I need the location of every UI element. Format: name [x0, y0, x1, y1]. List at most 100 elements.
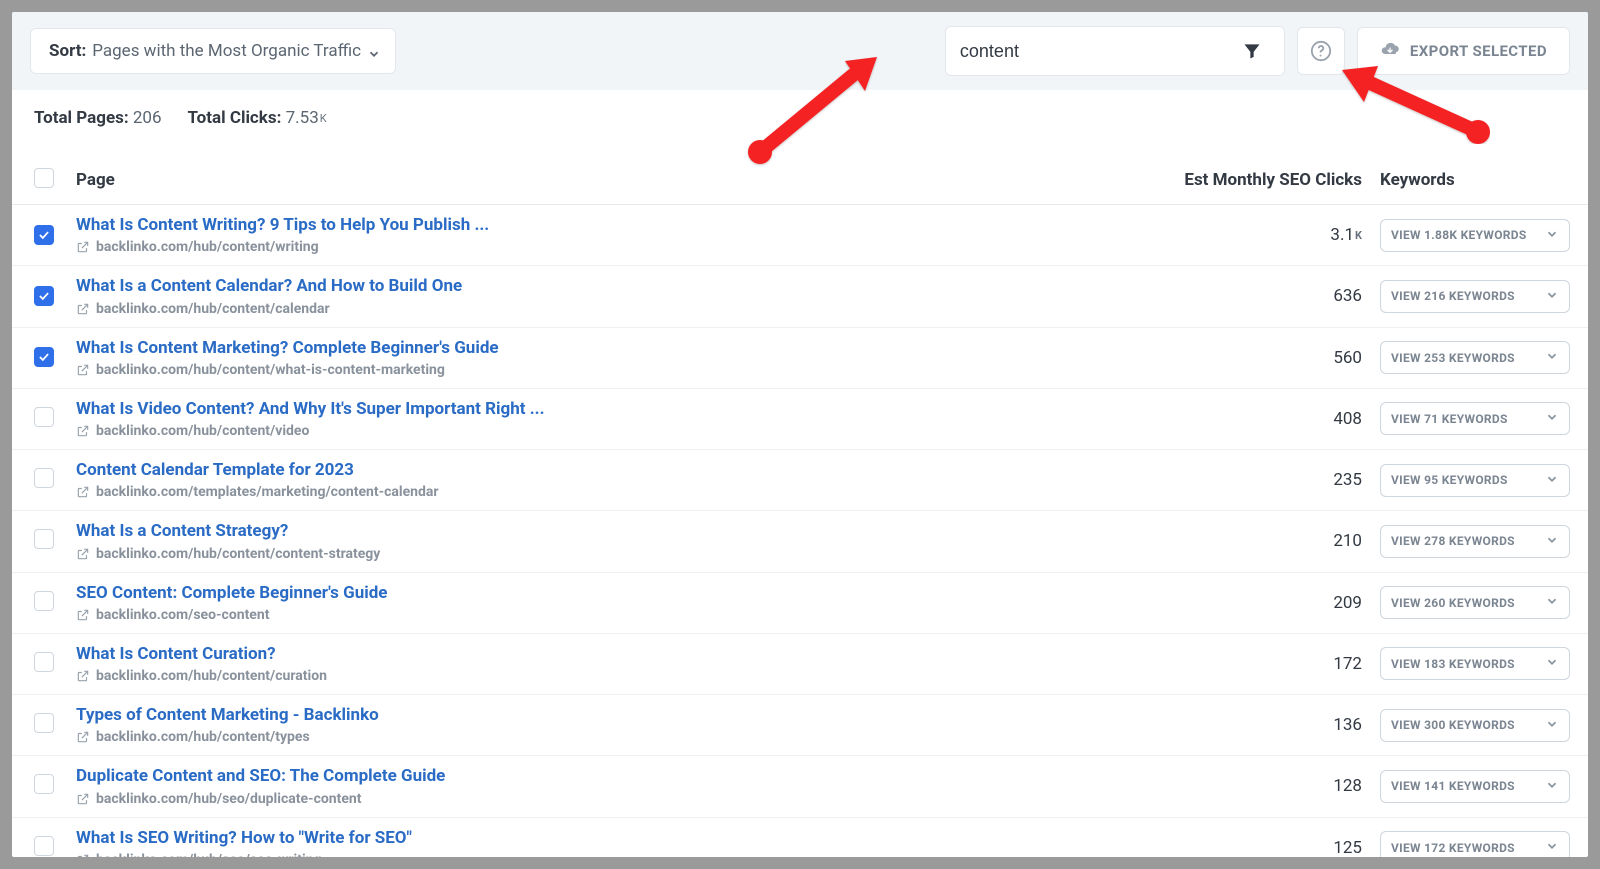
- total-clicks: Total Clicks: 7.53K: [188, 108, 327, 128]
- row-checkbox-cell: [34, 347, 76, 368]
- page-url-line[interactable]: backlinko.com/hub/content/content-strate…: [76, 546, 1156, 562]
- page-title-link[interactable]: What Is Content Writing? 9 Tips to Help …: [76, 215, 1156, 236]
- export-selected-button[interactable]: EXPORT SELECTED: [1357, 27, 1570, 75]
- chevron-down-icon: [1545, 472, 1559, 489]
- page-url-line[interactable]: backlinko.com/hub/content/what-is-conten…: [76, 362, 1156, 378]
- page-title-link[interactable]: What Is a Content Calendar? And How to B…: [76, 276, 1156, 297]
- filter-icon[interactable]: [1234, 37, 1270, 65]
- view-keywords-label: VIEW 278 KEYWORDS: [1391, 534, 1515, 548]
- search-input[interactable]: [960, 41, 1234, 62]
- page-title-link[interactable]: What Is a Content Strategy?: [76, 521, 1156, 542]
- keywords-cell: VIEW 253 KEYWORDS: [1366, 341, 1566, 374]
- page-title-link[interactable]: What Is SEO Writing? How to "Write for S…: [76, 828, 1156, 849]
- row-checkbox[interactable]: [34, 407, 54, 427]
- column-header-keywords[interactable]: Keywords: [1366, 170, 1566, 190]
- row-checkbox[interactable]: [34, 468, 54, 488]
- row-checkbox[interactable]: [34, 591, 54, 611]
- row-checkbox[interactable]: [34, 529, 54, 549]
- page-url-text: backlinko.com/hub/content/video: [96, 423, 309, 439]
- clicks-value: 235: [1333, 470, 1362, 490]
- view-keywords-button[interactable]: VIEW 71 KEYWORDS: [1380, 402, 1570, 435]
- row-checkbox[interactable]: [34, 347, 54, 367]
- page-url-text: backlinko.com/hub/content/types: [96, 729, 310, 745]
- row-checkbox[interactable]: [34, 836, 54, 856]
- row-checkbox[interactable]: [34, 652, 54, 672]
- chevron-down-icon: [1545, 778, 1559, 795]
- view-keywords-button[interactable]: VIEW 95 KEYWORDS: [1380, 464, 1570, 497]
- clicks-value: 136: [1333, 715, 1362, 735]
- page-title-link[interactable]: Content Calendar Template for 2023: [76, 460, 1156, 481]
- page-url-line[interactable]: backlinko.com/hub/seo/duplicate-content: [76, 791, 1156, 807]
- page-url-text: backlinko.com/hub/content/content-strate…: [96, 546, 380, 562]
- keywords-cell: VIEW 71 KEYWORDS: [1366, 402, 1566, 435]
- page-url-line[interactable]: backlinko.com/templates/marketing/conten…: [76, 484, 1156, 500]
- sort-dropdown[interactable]: Sort: Pages with the Most Organic Traffi…: [30, 28, 396, 74]
- row-checkbox[interactable]: [34, 286, 54, 306]
- view-keywords-label: VIEW 216 KEYWORDS: [1391, 289, 1515, 303]
- view-keywords-label: VIEW 1.88K KEYWORDS: [1391, 228, 1527, 242]
- column-header-page[interactable]: Page: [76, 170, 1156, 190]
- chevron-down-icon: [1545, 655, 1559, 672]
- header-checkbox-cell: [34, 168, 76, 192]
- keywords-cell: VIEW 216 KEYWORDS: [1366, 280, 1566, 313]
- app-frame: Sort: Pages with the Most Organic Traffi…: [12, 12, 1588, 857]
- page-title-link[interactable]: SEO Content: Complete Beginner's Guide: [76, 583, 1156, 604]
- keywords-cell: VIEW 141 KEYWORDS: [1366, 770, 1566, 803]
- table-row: What Is Content Curation? backlinko.com/h…: [12, 634, 1588, 695]
- external-link-icon: [76, 240, 90, 254]
- page-title-link[interactable]: Duplicate Content and SEO: The Complete …: [76, 766, 1156, 787]
- view-keywords-button[interactable]: VIEW 183 KEYWORDS: [1380, 647, 1570, 680]
- external-link-icon: [76, 730, 90, 744]
- page-cell: What Is Video Content? And Why It's Supe…: [76, 399, 1156, 439]
- page-cell: What Is Content Marketing? Complete Begi…: [76, 338, 1156, 378]
- help-button[interactable]: [1297, 27, 1345, 75]
- row-checkbox-cell: [34, 407, 76, 431]
- view-keywords-button[interactable]: VIEW 172 KEYWORDS: [1380, 831, 1570, 857]
- clicks-cell: 136: [1156, 715, 1366, 735]
- chevron-down-icon: [367, 46, 377, 56]
- row-checkbox[interactable]: [34, 225, 54, 245]
- page-title-link[interactable]: What Is Video Content? And Why It's Supe…: [76, 399, 1156, 420]
- search-filter-box[interactable]: [945, 26, 1285, 76]
- page-url-line[interactable]: backlinko.com/seo-content: [76, 607, 1156, 623]
- external-link-icon: [76, 547, 90, 561]
- page-url-line[interactable]: backlinko.com/hub/content/curation: [76, 668, 1156, 684]
- page-url-line[interactable]: backlinko.com/hub/seo/seo-writing: [76, 852, 1156, 857]
- view-keywords-label: VIEW 172 KEYWORDS: [1391, 841, 1515, 855]
- view-keywords-button[interactable]: VIEW 260 KEYWORDS: [1380, 586, 1570, 619]
- keywords-cell: VIEW 172 KEYWORDS: [1366, 831, 1566, 857]
- table-row: What Is Content Marketing? Complete Begi…: [12, 328, 1588, 389]
- view-keywords-label: VIEW 141 KEYWORDS: [1391, 779, 1515, 793]
- page-title-link[interactable]: What Is Content Curation?: [76, 644, 1156, 665]
- row-checkbox-cell: [34, 225, 76, 246]
- page-url-line[interactable]: backlinko.com/hub/content/video: [76, 423, 1156, 439]
- page-url-line[interactable]: backlinko.com/hub/content/calendar: [76, 301, 1156, 317]
- external-link-icon: [76, 608, 90, 622]
- select-all-checkbox[interactable]: [34, 168, 54, 188]
- page-cell: Types of Content Marketing - Backlinko ba…: [76, 705, 1156, 745]
- keywords-cell: VIEW 260 KEYWORDS: [1366, 586, 1566, 619]
- row-checkbox[interactable]: [34, 713, 54, 733]
- view-keywords-button[interactable]: VIEW 253 KEYWORDS: [1380, 341, 1570, 374]
- page-url-text: backlinko.com/hub/content/writing: [96, 239, 319, 255]
- clicks-value: 210: [1333, 531, 1362, 551]
- top-toolbar: Sort: Pages with the Most Organic Traffi…: [12, 12, 1588, 90]
- page-title-link[interactable]: Types of Content Marketing - Backlinko: [76, 705, 1156, 726]
- clicks-value: 125: [1333, 838, 1362, 857]
- view-keywords-button[interactable]: VIEW 141 KEYWORDS: [1380, 770, 1570, 803]
- view-keywords-button[interactable]: VIEW 1.88K KEYWORDS: [1380, 219, 1570, 252]
- row-checkbox[interactable]: [34, 774, 54, 794]
- view-keywords-label: VIEW 253 KEYWORDS: [1391, 351, 1515, 365]
- view-keywords-button[interactable]: VIEW 278 KEYWORDS: [1380, 525, 1570, 558]
- view-keywords-button[interactable]: VIEW 300 KEYWORDS: [1380, 709, 1570, 742]
- page-title-link[interactable]: What Is Content Marketing? Complete Begi…: [76, 338, 1156, 359]
- view-keywords-button[interactable]: VIEW 216 KEYWORDS: [1380, 280, 1570, 313]
- page-url-line[interactable]: backlinko.com/hub/content/writing: [76, 239, 1156, 255]
- keywords-cell: VIEW 183 KEYWORDS: [1366, 647, 1566, 680]
- keywords-cell: VIEW 278 KEYWORDS: [1366, 525, 1566, 558]
- page-url-line[interactable]: backlinko.com/hub/content/types: [76, 729, 1156, 745]
- page-url-text: backlinko.com/hub/content/curation: [96, 668, 327, 684]
- table-row: Content Calendar Template for 2023 backli…: [12, 450, 1588, 511]
- row-checkbox-cell: [34, 529, 76, 553]
- column-header-clicks[interactable]: Est Monthly SEO Clicks: [1156, 170, 1366, 190]
